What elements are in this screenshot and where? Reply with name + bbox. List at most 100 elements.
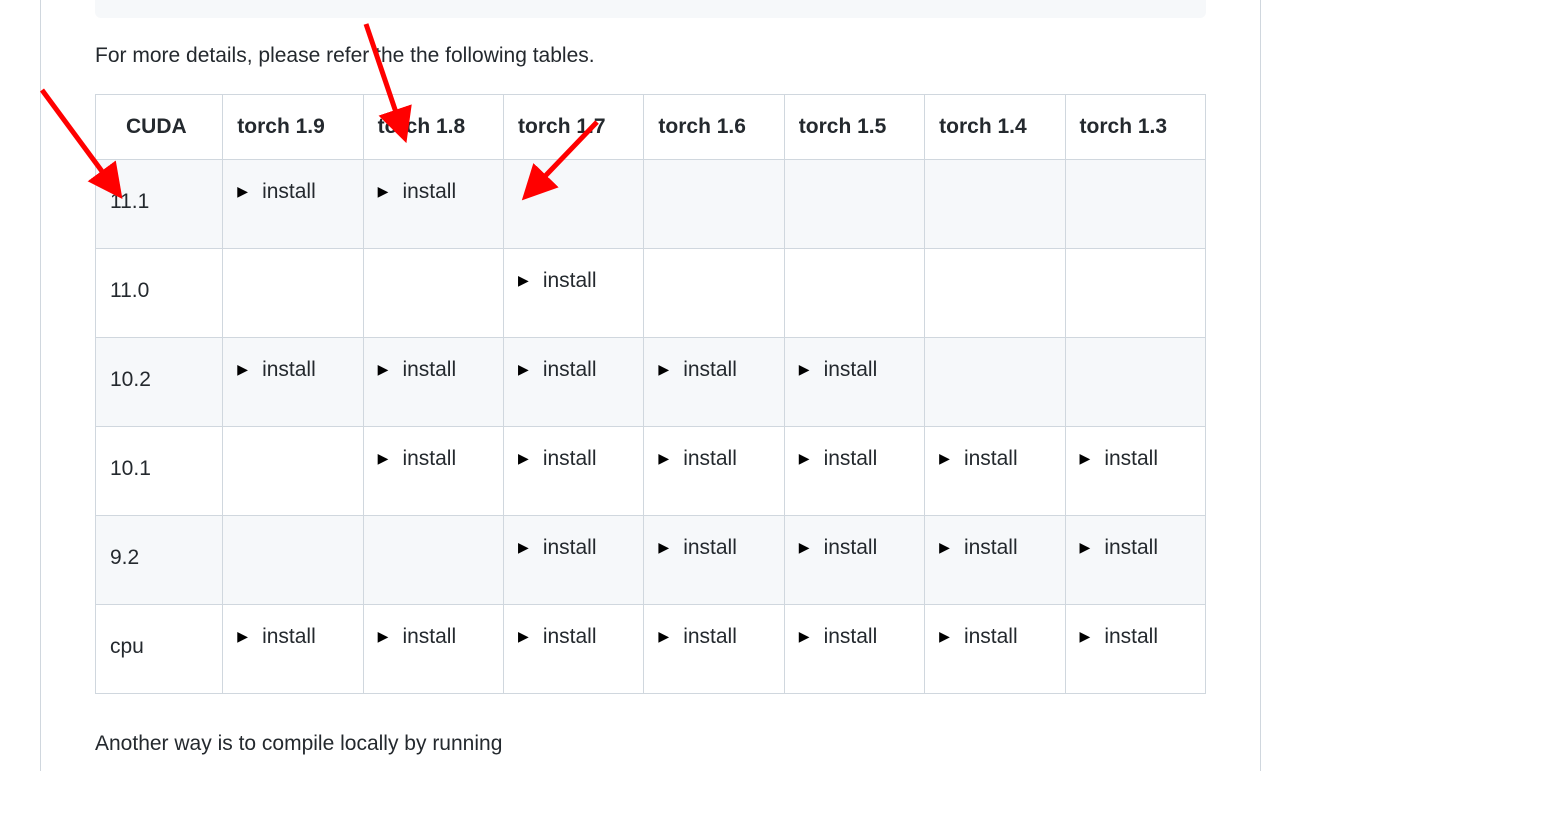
install-disclosure[interactable]: ▶ install — [237, 625, 315, 649]
cell — [925, 337, 1065, 426]
cell — [925, 248, 1065, 337]
install-disclosure[interactable]: ▶ install — [518, 269, 596, 293]
install-disclosure[interactable]: ▶install — [939, 536, 1017, 560]
disclosure-triangle-icon: ▶ — [658, 450, 669, 467]
install-disclosure[interactable]: ▶ install — [1080, 536, 1158, 560]
install-disclosure[interactable]: ▶ install — [237, 358, 315, 382]
install-disclosure[interactable]: ▶install — [378, 625, 456, 649]
row-header-10.2: 10.2 — [96, 337, 223, 426]
cell: ▶ install — [223, 604, 363, 693]
col-header-torch-1.8: torch 1.8 — [363, 94, 503, 159]
install-disclosure[interactable]: ▶ install — [658, 358, 736, 382]
install-label: install — [1104, 536, 1158, 559]
col-header-cuda: CUDA — [96, 94, 223, 159]
disclosure-triangle-icon: ▶ — [518, 450, 529, 467]
disclosure-triangle-icon: ▶ — [939, 628, 950, 645]
install-disclosure[interactable]: ▶install — [939, 447, 1017, 471]
install-label: install — [262, 358, 316, 381]
install-disclosure[interactable]: ▶install — [1080, 625, 1158, 649]
install-disclosure[interactable]: ▶install — [799, 536, 877, 560]
code-block-placeholder — [95, 0, 1206, 18]
table-row: 10.1▶install▶install▶install▶install▶ins… — [96, 426, 1206, 515]
cell — [644, 159, 784, 248]
install-disclosure[interactable]: ▶install — [799, 358, 877, 382]
cell: ▶install — [784, 337, 924, 426]
cell: ▶ install — [925, 604, 1065, 693]
install-label: install — [543, 625, 597, 648]
install-label: install — [964, 536, 1018, 559]
cell — [223, 515, 363, 604]
cell: ▶install — [223, 159, 363, 248]
install-label: install — [683, 358, 737, 381]
install-label: install — [402, 180, 456, 203]
table-row: 11.0 ▶ install — [96, 248, 1206, 337]
install-label: install — [964, 625, 1018, 648]
row-header-10.1: 10.1 — [96, 426, 223, 515]
cell — [363, 248, 503, 337]
install-disclosure[interactable]: ▶install — [1080, 447, 1158, 471]
table-row: cpu▶install▶install▶install▶install▶inst… — [96, 604, 1206, 693]
install-disclosure[interactable]: ▶install — [658, 625, 736, 649]
outro-text: Another way is to compile locally by run… — [95, 728, 1206, 760]
cell: ▶install — [1065, 604, 1205, 693]
install-label: install — [1104, 447, 1158, 470]
install-label: install — [824, 625, 878, 648]
disclosure-triangle-icon: ▶ — [378, 361, 389, 378]
install-disclosure[interactable]: ▶install — [378, 447, 456, 471]
disclosure-triangle-icon: ▶ — [1080, 539, 1091, 556]
disclosure-triangle-icon: ▶ — [799, 539, 810, 556]
disclosure-triangle-icon: ▶ — [799, 628, 810, 645]
col-header-torch-1.4: torch 1.4 — [925, 94, 1065, 159]
disclosure-triangle-icon: ▶ — [237, 183, 248, 200]
cell — [504, 159, 644, 248]
install-disclosure[interactable]: ▶install — [237, 180, 315, 204]
install-disclosure[interactable]: ▶install — [518, 536, 596, 560]
install-disclosure[interactable]: ▶ install — [799, 625, 877, 649]
cell — [784, 248, 924, 337]
install-disclosure[interactable]: ▶install — [378, 180, 456, 204]
install-label: install — [543, 269, 597, 292]
disclosure-triangle-icon: ▶ — [799, 361, 810, 378]
install-label: install — [402, 358, 456, 381]
install-label: install — [262, 625, 316, 648]
install-disclosure[interactable]: ▶ install — [658, 447, 736, 471]
table-row: 9.2▶install▶install▶install▶install▶inst… — [96, 515, 1206, 604]
cell: ▶ install — [644, 337, 784, 426]
install-label: install — [683, 447, 737, 470]
table-row: 10.2▶install▶install▶install▶install▶ins… — [96, 337, 1206, 426]
install-disclosure[interactable]: ▶install — [518, 358, 596, 382]
cell: ▶ install — [1065, 515, 1205, 604]
cell: ▶install — [504, 426, 644, 515]
cell — [1065, 337, 1205, 426]
disclosure-triangle-icon: ▶ — [518, 272, 529, 289]
install-disclosure[interactable]: ▶ install — [378, 358, 456, 382]
disclosure-triangle-icon: ▶ — [658, 539, 669, 556]
disclosure-triangle-icon: ▶ — [658, 628, 669, 645]
cell: ▶install — [1065, 426, 1205, 515]
cell — [925, 159, 1065, 248]
table-row: 11.1▶install▶install — [96, 159, 1206, 248]
cell — [223, 426, 363, 515]
cell: ▶ install — [504, 248, 644, 337]
cell: ▶install — [504, 515, 644, 604]
disclosure-triangle-icon: ▶ — [658, 361, 669, 378]
install-label: install — [964, 447, 1018, 470]
disclosure-triangle-icon: ▶ — [237, 361, 248, 378]
row-header-11.0: 11.0 — [96, 248, 223, 337]
row-header-cpu: cpu — [96, 604, 223, 693]
cell: ▶install — [363, 604, 503, 693]
install-disclosure[interactable]: ▶install — [518, 447, 596, 471]
install-disclosure[interactable]: ▶ install — [939, 625, 1017, 649]
disclosure-triangle-icon: ▶ — [799, 450, 810, 467]
install-disclosure[interactable]: ▶ install — [799, 447, 877, 471]
install-disclosure[interactable]: ▶ install — [658, 536, 736, 560]
install-label: install — [824, 447, 878, 470]
cell — [223, 248, 363, 337]
intro-text: For more details, please refer the the f… — [95, 40, 1206, 72]
row-header-11.1: 11.1 — [96, 159, 223, 248]
cell — [784, 159, 924, 248]
install-label: install — [683, 536, 737, 559]
install-disclosure[interactable]: ▶install — [518, 625, 596, 649]
disclosure-triangle-icon: ▶ — [237, 628, 248, 645]
disclosure-triangle-icon: ▶ — [378, 628, 389, 645]
